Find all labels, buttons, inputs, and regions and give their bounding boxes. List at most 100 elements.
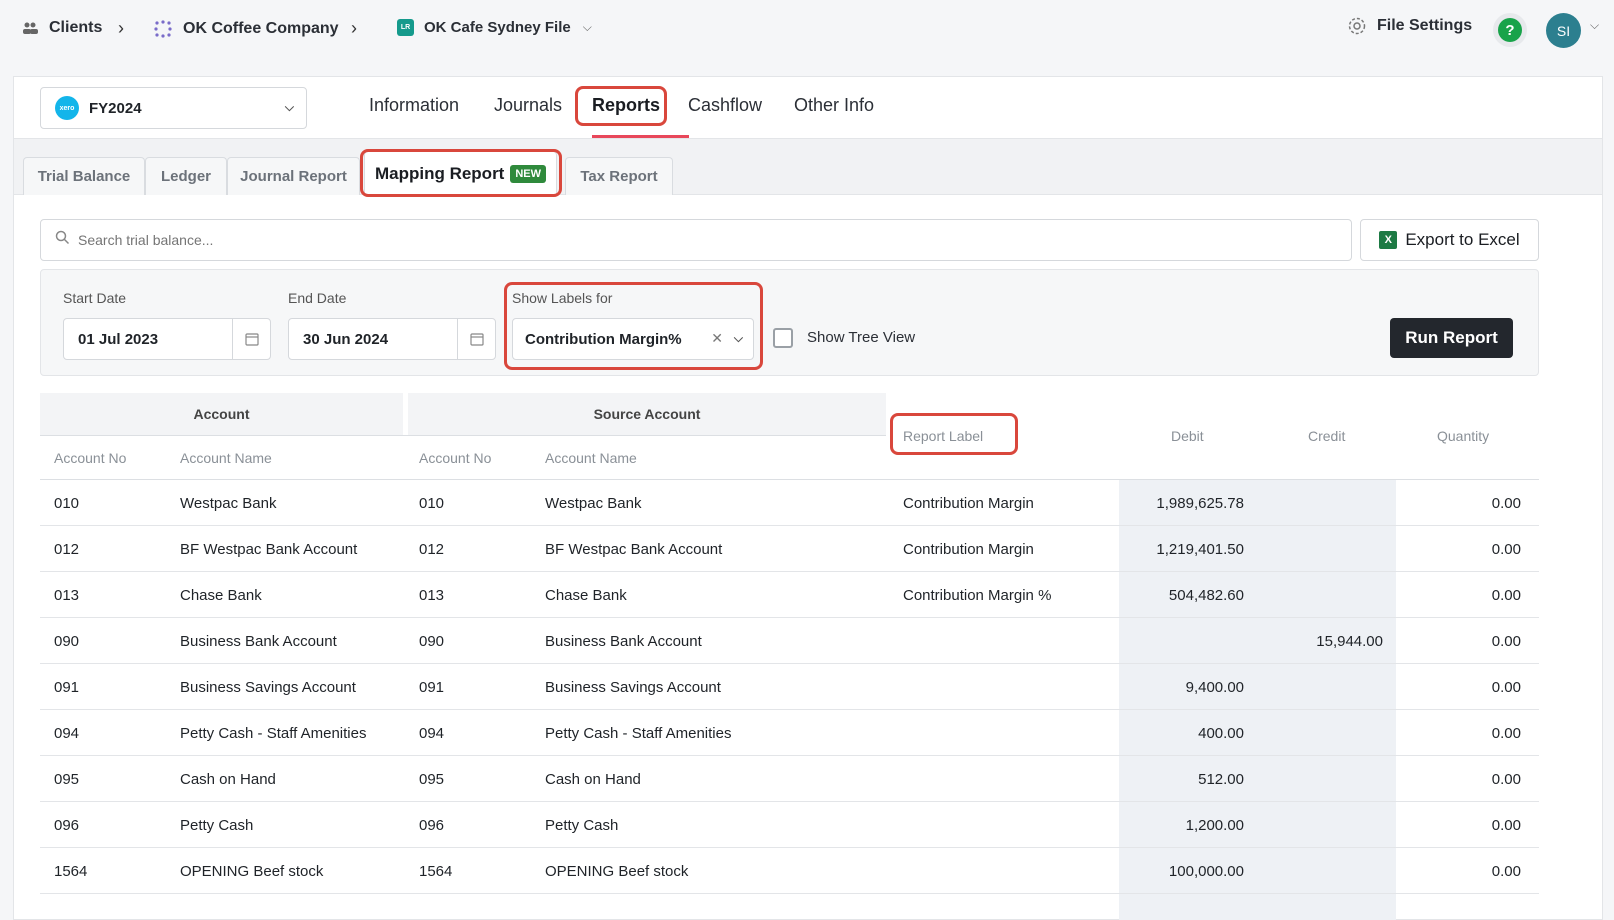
subtab-tax-report[interactable]: Tax Report: [565, 157, 673, 195]
start-date-label: Start Date: [63, 290, 127, 306]
main-card: xero FY2024 ⌵ Information Journals Repor…: [13, 76, 1603, 920]
avatar[interactable]: SI: [1546, 13, 1581, 48]
group-divider: [40, 435, 886, 436]
cell-source-account-no: 090: [419, 633, 445, 650]
cell-account-no: 096: [54, 817, 80, 834]
fy-label: FY2024: [89, 99, 142, 117]
chevron-down-icon[interactable]: ⌵: [583, 20, 592, 35]
export-to-excel-button[interactable]: X Export to Excel: [1360, 219, 1539, 261]
col-account-name: Account Name: [180, 450, 272, 466]
tab-journals[interactable]: Journals: [494, 95, 562, 116]
table-row[interactable]: 090 Business Bank Account 090 Business Bank…: [40, 618, 1539, 664]
table-row[interactable]: 095 Cash on Hand 095 Cash on Hand 512.00 0.00: [40, 756, 1539, 802]
cell-source-account-no: 012: [419, 541, 445, 558]
group-header-source-account: Source Account: [408, 393, 886, 435]
cell-report-label: Contribution Margin: [903, 495, 1034, 512]
cell-account-name: Business Savings Account: [180, 679, 356, 696]
search-bar[interactable]: [40, 219, 1352, 261]
cell-credit: 15,944.00: [1316, 633, 1383, 650]
subtab-trial-balance[interactable]: Trial Balance: [23, 157, 145, 195]
col-debit: Debit: [1171, 428, 1204, 444]
cell-account-no: 091: [54, 679, 80, 696]
cell-account-no: 094: [54, 725, 80, 742]
cell-quantity: 0.00: [1491, 495, 1521, 512]
users-icon: [22, 21, 39, 36]
cell-quantity: 0.00: [1491, 679, 1521, 696]
cell-debit: 400.00: [1198, 725, 1244, 742]
tree-view-label: Show Tree View: [807, 329, 916, 346]
table-row[interactable]: 1564 OPENING Beef stock 1564 OPENING Beef s…: [40, 848, 1539, 894]
cell-account-no: 013: [54, 587, 80, 604]
cell-source-account-name: Petty Cash: [545, 817, 619, 834]
cell-account-no: 095: [54, 771, 80, 788]
cell-source-account-name: Petty Cash - Staff Amenities: [545, 725, 732, 742]
cell-quantity: 0.00: [1491, 817, 1521, 834]
cell-report-label: Contribution Margin: [903, 541, 1034, 558]
tab-information[interactable]: Information: [369, 95, 459, 116]
calendar-icon[interactable]: [457, 319, 495, 359]
calendar-icon[interactable]: [232, 319, 270, 359]
table-row[interactable]: 094 Petty Cash - Staff Amenities 094 Petty …: [40, 710, 1539, 756]
cell-debit: 100,000.00: [1168, 863, 1244, 880]
table-row[interactable]: 091 Business Savings Account 091 Business S…: [40, 664, 1539, 710]
table-row[interactable]: 096 Petty Cash 096 Petty Cash 1,200.00 0.00: [40, 802, 1539, 848]
col-credit: Credit: [1308, 428, 1346, 444]
cell-account-name: Chase Bank: [180, 587, 262, 604]
filter-panel: Start Date 01 Jul 2023 End Date 30 Jun 2…: [40, 269, 1539, 376]
company-logo-icon: [153, 19, 173, 39]
gear-icon: [1347, 16, 1367, 36]
card-header: xero FY2024 ⌵ Information Journals Repor…: [14, 77, 1602, 139]
labels-highlight: [504, 282, 763, 370]
help-button[interactable]: ?: [1493, 13, 1527, 47]
cell-source-account-name: BF Westpac Bank Account: [545, 541, 723, 558]
table-row[interactable]: 010 Westpac Bank 010 Westpac Bank Contributi…: [40, 480, 1539, 526]
cell-debit: 1,200.00: [1185, 817, 1244, 834]
subtab-journal-report[interactable]: Journal Report: [227, 157, 360, 195]
cell-quantity: 0.00: [1491, 587, 1521, 604]
cell-debit: 1,989,625.78: [1156, 495, 1244, 512]
tree-view-checkbox[interactable]: [773, 328, 793, 348]
tab-cashflow[interactable]: Cashflow: [688, 95, 762, 116]
breadcrumb-company[interactable]: OK Coffee Company: [153, 19, 339, 39]
breadcrumb-clients-label: Clients: [49, 19, 103, 36]
chevron-down-icon[interactable]: ⌵: [1590, 18, 1599, 33]
xero-logo-icon: xero: [55, 96, 79, 120]
cell-quantity: 0.00: [1491, 541, 1521, 558]
export-label: Export to Excel: [1405, 230, 1520, 249]
cell-report-label: Contribution Margin %: [903, 587, 1052, 604]
cell-source-account-no: 094: [419, 725, 445, 742]
cell-source-account-name: Chase Bank: [545, 587, 627, 604]
table-row[interactable]: 013 Chase Bank 013 Chase Bank Contribution M…: [40, 572, 1539, 618]
cell-source-account-name: Westpac Bank: [545, 495, 642, 512]
end-date-value: 30 Jun 2024: [303, 330, 389, 348]
table-row[interactable]: 012 BF Westpac Bank Account 012 BF Westpac …: [40, 526, 1539, 572]
cell-quantity: 0.00: [1491, 725, 1521, 742]
cell-debit: 1,219,401.50: [1156, 541, 1244, 558]
cell-source-account-name: Cash on Hand: [545, 771, 641, 788]
excel-icon: X: [1379, 231, 1398, 249]
breadcrumb-file[interactable]: LR OK Cafe Sydney File ⌵: [397, 19, 592, 36]
col-source-account-name: Account Name: [545, 450, 637, 466]
cell-source-account-name: Business Savings Account: [545, 679, 721, 696]
cell-debit: 504,482.60: [1168, 587, 1244, 604]
breadcrumb-clients[interactable]: Clients: [22, 19, 102, 37]
run-report-button[interactable]: Run Report: [1390, 318, 1513, 358]
subtab-ledger[interactable]: Ledger: [145, 157, 227, 195]
cell-source-account-no: 013: [419, 587, 445, 604]
search-input[interactable]: [78, 232, 1278, 248]
cell-source-account-name: Business Bank Account: [545, 633, 702, 650]
cell-account-name: Petty Cash - Staff Amenities: [180, 725, 367, 742]
tab-other-info[interactable]: Other Info: [794, 95, 874, 116]
start-date-input[interactable]: 01 Jul 2023: [63, 318, 271, 360]
help-icon: ?: [1498, 18, 1522, 42]
file-icon: LR: [397, 19, 414, 36]
col-source-account-no: Account No: [419, 450, 492, 466]
start-date-value: 01 Jul 2023: [78, 330, 159, 348]
file-settings-button[interactable]: File Settings: [1347, 16, 1472, 36]
fy-select[interactable]: xero FY2024 ⌵: [40, 87, 307, 129]
cell-account-name: Petty Cash: [180, 817, 254, 834]
cell-debit: 9,400.00: [1185, 679, 1244, 696]
cell-account-name: Westpac Bank: [180, 495, 277, 512]
end-date-input[interactable]: 30 Jun 2024: [288, 318, 496, 360]
report-label-highlight: [890, 413, 1018, 455]
